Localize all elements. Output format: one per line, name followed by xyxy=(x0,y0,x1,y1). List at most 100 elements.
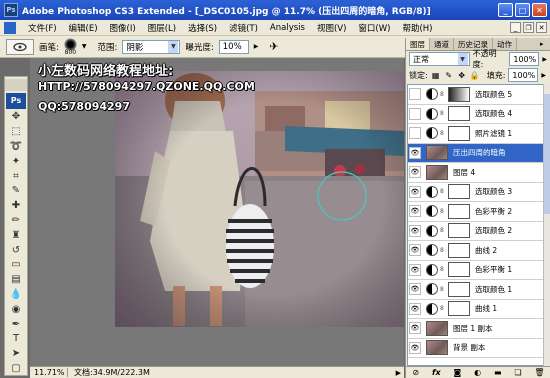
brush-picker[interactable]: 800 xyxy=(63,37,77,56)
layer-row[interactable]: 👁 图层 1 副本 xyxy=(408,319,543,339)
menu-filter[interactable]: 滤镜(T) xyxy=(223,22,264,34)
visibility-toggle-icon[interactable]: 👁 xyxy=(409,244,421,257)
menu-select[interactable]: 选择(S) xyxy=(182,22,223,34)
doc-restore-button[interactable]: ❐ xyxy=(523,22,534,33)
layer-mask-thumbnail[interactable] xyxy=(448,301,470,317)
status-menu-chevron-icon[interactable]: ▶ xyxy=(396,369,404,377)
doc-close-button[interactable]: ✕ xyxy=(536,22,547,33)
fill-input[interactable]: 100% xyxy=(508,68,539,82)
layer-thumbnail[interactable] xyxy=(426,340,448,356)
pen-tool-icon[interactable]: ✒ xyxy=(7,318,25,331)
magic-wand-icon[interactable]: ✦ xyxy=(7,155,25,168)
burn-tool-icon[interactable]: ◉ xyxy=(7,303,25,316)
layer-thumbnail[interactable] xyxy=(426,145,448,161)
opacity-slider-chevron-icon[interactable]: ▶ xyxy=(542,56,547,63)
layer-row[interactable]: 👁 8 选取颜色 4 xyxy=(408,105,543,124)
lock-transparency-icon[interactable]: ▦ xyxy=(431,71,441,80)
layer-mask-thumbnail[interactable] xyxy=(448,262,470,278)
folder-icon[interactable]: ▬ xyxy=(494,368,502,377)
brush-tool-icon[interactable]: ✏ xyxy=(7,214,25,227)
fill-slider-chevron-icon[interactable]: ▶ xyxy=(541,72,546,79)
visibility-toggle-icon[interactable]: 👁 xyxy=(409,224,421,237)
layer-row[interactable]: 👁 8 选取颜色 5 xyxy=(408,85,543,105)
layer-mask-thumbnail[interactable] xyxy=(448,106,470,122)
airbrush-icon[interactable]: ✈ xyxy=(269,40,278,53)
crop-tool-icon[interactable]: ⌗ xyxy=(7,170,25,183)
minimize-button[interactable]: _ xyxy=(498,3,513,17)
panel-menu-icon[interactable]: ▸ xyxy=(540,38,550,50)
layer-row[interactable]: 👁 8 曲线 2 xyxy=(408,241,543,261)
layer-mask-thumbnail[interactable] xyxy=(448,203,470,219)
close-button[interactable]: ✕ xyxy=(532,3,547,17)
menu-image[interactable]: 图像(I) xyxy=(104,22,142,34)
marquee-tool-icon[interactable]: ⬚ xyxy=(7,125,25,138)
new-layer-icon[interactable]: ❏ xyxy=(514,368,521,377)
blend-mode-select[interactable]: 正常 ▼ xyxy=(409,52,470,66)
toolbox-header[interactable] xyxy=(5,79,27,91)
layer-mask-thumbnail[interactable] xyxy=(448,281,470,297)
lasso-tool-icon[interactable]: ➰ xyxy=(7,140,25,153)
eraser-icon[interactable]: ▭ xyxy=(7,259,25,272)
visibility-toggle-icon[interactable]: 👁 xyxy=(409,107,421,120)
layer-row[interactable]: 👁 8 选取颜色 1 xyxy=(408,280,543,300)
layer-row[interactable]: 👁 8 色彩平衡 1 xyxy=(408,261,543,280)
layer-row[interactable]: 👁 图层 4 xyxy=(408,163,543,183)
visibility-toggle-icon[interactable]: 👁 xyxy=(409,185,421,198)
layer-mask-thumbnail[interactable] xyxy=(448,184,470,200)
tool-preset-picker[interactable] xyxy=(6,38,34,55)
layer-thumbnail[interactable] xyxy=(426,320,448,336)
lock-position-icon[interactable]: ✥ xyxy=(457,71,467,80)
visibility-toggle-icon[interactable]: 👁 xyxy=(409,205,421,218)
chevron-down-icon[interactable]: ▼ xyxy=(82,43,87,50)
layer-row[interactable]: 👁 8 选取颜色 3 xyxy=(408,183,543,202)
layer-mask-thumbnail[interactable] xyxy=(448,125,470,141)
shape-tool-icon[interactable]: ▢ xyxy=(7,362,25,375)
type-tool-icon[interactable]: T xyxy=(7,333,25,346)
visibility-toggle-icon[interactable]: 👁 xyxy=(409,146,421,159)
path-selection-icon[interactable]: ➤ xyxy=(7,347,25,360)
exposure-input[interactable]: 10% xyxy=(218,39,249,54)
layer-mask-thumbnail[interactable] xyxy=(448,223,470,239)
clone-stamp-icon[interactable]: ♜ xyxy=(7,229,25,242)
move-tool-icon[interactable]: ✥ xyxy=(7,111,25,124)
visibility-toggle-icon[interactable]: 👁 xyxy=(409,166,421,179)
layer-row[interactable]: 👁 8 色彩平衡 2 xyxy=(408,202,543,222)
menu-view[interactable]: 视图(V) xyxy=(311,22,352,34)
layer-mask-thumbnail[interactable] xyxy=(448,86,470,102)
trash-icon[interactable]: 🗑 xyxy=(534,368,544,377)
fx-icon[interactable]: fx xyxy=(432,368,441,377)
layers-scrollbar[interactable] xyxy=(543,84,550,366)
history-brush-icon[interactable]: ↺ xyxy=(7,244,25,257)
layer-thumbnail[interactable] xyxy=(426,164,448,180)
ps-logo-icon[interactable]: Ps xyxy=(6,92,26,109)
adjustment-icon[interactable]: ◐ xyxy=(474,368,481,377)
menu-edit[interactable]: 编辑(E) xyxy=(63,22,104,34)
range-select[interactable]: 阴影 ▼ xyxy=(122,39,181,54)
layer-row-selected[interactable]: 👁 压出四周的暗角 xyxy=(408,143,543,163)
layer-row[interactable]: 👁 8 照片滤镜 1 xyxy=(408,124,543,144)
visibility-toggle-icon[interactable]: 👁 xyxy=(409,322,421,335)
lock-pixels-icon[interactable]: ✎ xyxy=(444,71,454,80)
gradient-tool-icon[interactable]: ▤ xyxy=(7,273,25,286)
document-canvas[interactable] xyxy=(115,71,404,327)
layer-mask-thumbnail[interactable] xyxy=(448,242,470,258)
link-icon[interactable]: ⊘ xyxy=(412,368,419,377)
layer-row[interactable]: 👁 8 曲线 1 xyxy=(408,300,543,319)
lock-all-icon[interactable]: 🔒 xyxy=(470,71,480,80)
visibility-toggle-icon[interactable]: 👁 xyxy=(409,341,421,354)
layer-row[interactable]: 👁 背景 副本 xyxy=(408,339,543,358)
blur-tool-icon[interactable]: 💧 xyxy=(7,288,25,301)
scrollbar-thumb[interactable] xyxy=(544,94,550,214)
healing-brush-icon[interactable]: ✚ xyxy=(7,199,25,212)
exposure-slider-chevron-icon[interactable]: ▶ xyxy=(254,43,259,50)
visibility-toggle-icon[interactable]: 👁 xyxy=(409,263,421,276)
visibility-toggle-icon[interactable]: 👁 xyxy=(409,283,421,296)
tab-layers[interactable]: 图层 xyxy=(406,38,430,50)
eyedropper-icon[interactable]: ✎ xyxy=(7,185,25,198)
menu-analysis[interactable]: Analysis xyxy=(264,23,311,33)
document-icon[interactable] xyxy=(4,21,16,34)
visibility-toggle-icon[interactable]: 👁 xyxy=(409,88,421,101)
visibility-toggle-icon[interactable]: 👁 xyxy=(409,302,421,315)
menu-file[interactable]: 文件(F) xyxy=(22,22,63,34)
mask-icon[interactable]: ◙ xyxy=(453,368,461,377)
